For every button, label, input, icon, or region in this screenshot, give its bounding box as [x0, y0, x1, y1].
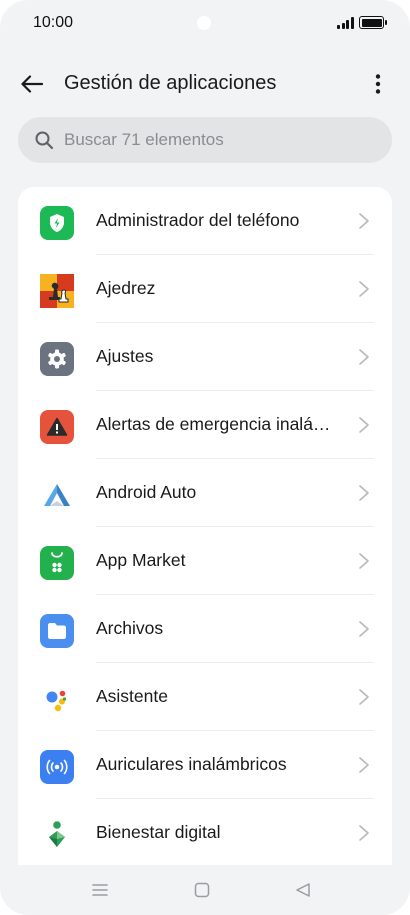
- wireless-earbuds-icon: [40, 750, 74, 784]
- back-triangle-icon: [296, 883, 310, 897]
- chevron-right-icon: [359, 553, 369, 569]
- app-label: Android Auto: [96, 482, 197, 502]
- list-item-administrador-del-telefono[interactable]: Administrador del teléfono: [18, 187, 392, 255]
- back-nav-button[interactable]: [292, 879, 314, 901]
- list-item-auriculares-inalambricos[interactable]: Auriculares inalámbricos: [18, 731, 392, 799]
- status-time: 10:00: [33, 14, 74, 31]
- list-item-archivos[interactable]: Archivos: [18, 595, 392, 663]
- app-label: Administrador del teléfono: [96, 210, 300, 230]
- phone-manager-shield-icon: [40, 206, 74, 240]
- app-header: Gestión de aplicaciones: [0, 60, 410, 108]
- assistant-dots-icon: [40, 682, 74, 716]
- chess-icon: [40, 274, 74, 308]
- app-label: Bienestar digital: [96, 822, 221, 842]
- battery-icon: [359, 16, 387, 29]
- app-label: Asistente: [96, 686, 168, 706]
- list-item-ajedrez[interactable]: Ajedrez: [18, 255, 392, 323]
- chevron-right-icon: [359, 485, 369, 501]
- folder-icon: [40, 614, 74, 648]
- more-vertical-icon: [375, 74, 381, 94]
- settings-gear-icon: [40, 342, 74, 376]
- chevron-right-icon: [359, 349, 369, 365]
- app-label: Auriculares inalámbricos: [96, 754, 287, 774]
- search-input[interactable]: [64, 117, 374, 163]
- navigation-bar: [0, 865, 410, 915]
- app-label: App Market: [96, 550, 186, 570]
- chevron-right-icon: [359, 757, 369, 773]
- signal-icon: [337, 17, 354, 29]
- chevron-right-icon: [359, 621, 369, 637]
- app-label: Ajustes: [96, 346, 154, 366]
- front-camera: [197, 16, 211, 30]
- search-bar[interactable]: [18, 117, 392, 163]
- chevron-right-icon: [359, 213, 369, 229]
- recents-button[interactable]: [89, 879, 111, 901]
- app-list: Administrador del teléfono Ajedrez Ajust…: [18, 187, 392, 877]
- search-icon: [35, 131, 54, 150]
- list-item-android-auto[interactable]: Android Auto: [18, 459, 392, 527]
- home-square-icon: [194, 882, 210, 898]
- back-button[interactable]: [14, 66, 50, 102]
- list-item-asistente[interactable]: Asistente: [18, 663, 392, 731]
- more-options-button[interactable]: [360, 66, 396, 102]
- emergency-alert-icon: [40, 410, 74, 444]
- page-title: Gestión de aplicaciones: [64, 72, 277, 94]
- list-item-bienestar-digital[interactable]: Bienestar digital: [18, 799, 392, 867]
- menu-lines-icon: [92, 884, 108, 896]
- digital-wellbeing-icon: [40, 818, 74, 852]
- android-auto-icon: [40, 478, 74, 512]
- status-bar: 10:00: [0, 0, 410, 46]
- home-button[interactable]: [191, 879, 213, 901]
- arrow-left-icon: [21, 75, 43, 93]
- app-label: Alertas de emergencia inalá…: [96, 414, 331, 434]
- phone-screen: 10:00 Gestión de aplicaciones Buscar 71 …: [0, 0, 410, 915]
- list-item-alertas-de-emergencia[interactable]: Alertas de emergencia inalá…: [18, 391, 392, 459]
- chevron-right-icon: [359, 281, 369, 297]
- chevron-right-icon: [359, 417, 369, 433]
- chevron-right-icon: [359, 825, 369, 841]
- chevron-right-icon: [359, 689, 369, 705]
- list-item-ajustes[interactable]: Ajustes: [18, 323, 392, 391]
- app-label: Ajedrez: [96, 278, 156, 298]
- list-item-app-market[interactable]: App Market: [18, 527, 392, 595]
- app-market-bag-icon: [40, 546, 74, 580]
- app-label: Archivos: [96, 618, 164, 638]
